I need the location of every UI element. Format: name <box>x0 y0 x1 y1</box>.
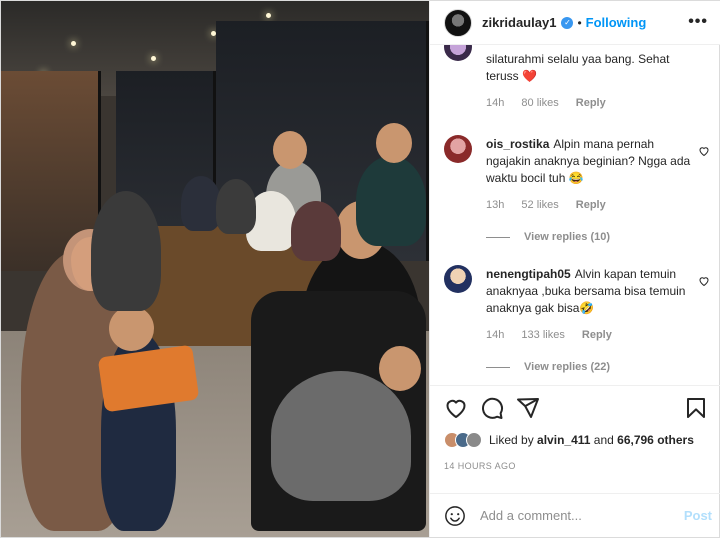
more-options-icon[interactable]: ••• <box>688 13 708 31</box>
post-timestamp[interactable]: 14 HOURS AGO <box>444 461 516 471</box>
comment-body: ois_rostika Alpin mana pernah ngajakin an… <box>486 136 696 187</box>
comment-likes[interactable]: 52 likes <box>521 199 558 211</box>
person-table-left <box>181 176 221 231</box>
post-comment-button[interactable]: Post <box>684 508 712 523</box>
bookmark-icon[interactable] <box>684 396 708 420</box>
person-black-hijab <box>91 191 161 311</box>
separator-dot: • <box>577 15 582 30</box>
comments-list[interactable]: silaturahmi selalu yaa bang. Sehat terus… <box>430 45 720 385</box>
liked-by-user[interactable]: alvin_411 <box>537 433 590 447</box>
liked-by-text: Liked by alvin_411 and 66,796 others <box>489 433 694 447</box>
share-icon[interactable] <box>516 396 540 420</box>
man-floral-shirt <box>356 156 426 246</box>
post-photo[interactable] <box>1 1 429 537</box>
instagram-post: zikridaulay1 ✓ • Following ••• silaturah… <box>0 0 720 538</box>
comment-likes[interactable]: 133 likes <box>521 329 564 341</box>
person-back-face <box>273 131 307 169</box>
liked-by-others[interactable]: 66,796 others <box>617 433 694 447</box>
comment-time: 14h <box>486 329 505 341</box>
likes-summary: Liked by alvin_411 and 66,796 others <box>444 431 694 449</box>
liker-avatar <box>466 432 482 448</box>
post-header: zikridaulay1 ✓ • Following ••• <box>430 1 720 45</box>
comment-meta: 14h 80 likes Reply <box>486 97 620 109</box>
comment-time: 13h <box>486 199 505 211</box>
comment-meta: 14h 133 likes Reply <box>486 329 626 341</box>
author-username[interactable]: zikridaulay1 <box>482 15 556 30</box>
heart-icon[interactable] <box>444 396 468 420</box>
view-replies-button[interactable]: View replies (10) <box>486 231 610 243</box>
commenter-avatar[interactable] <box>444 135 472 163</box>
commenter-avatar[interactable] <box>444 265 472 293</box>
liked-by-prefix: Liked by <box>489 433 534 447</box>
view-replies-label[interactable]: View replies (22) <box>524 361 610 373</box>
view-replies-button[interactable]: View replies (22) <box>486 361 610 373</box>
person-maroon-hijab <box>291 201 341 261</box>
view-replies-label[interactable]: View replies (10) <box>524 231 610 243</box>
replies-divider <box>486 236 510 238</box>
comment-time: 14h <box>486 97 505 109</box>
comment-icon[interactable] <box>480 396 504 420</box>
ceiling-light <box>151 56 156 61</box>
ceiling-light <box>71 41 76 46</box>
comment-like-heart-icon[interactable] <box>698 145 710 157</box>
child-face <box>109 306 154 351</box>
comment-body: nenengtipah05 Alvin kapan temuin anaknyaa… <box>486 266 696 317</box>
commenter-username[interactable]: nenengtipah05 <box>486 267 571 281</box>
comment-text: silaturahmi selalu yaa bang. Sehat terus… <box>486 52 670 83</box>
add-comment-bar: Post <box>430 493 720 537</box>
post-sidebar: zikridaulay1 ✓ • Following ••• silaturah… <box>429 1 720 537</box>
child-stroller-face <box>379 346 421 391</box>
comment-like-heart-icon[interactable] <box>698 275 710 287</box>
liked-by-and: and <box>593 433 614 447</box>
comment-likes[interactable]: 80 likes <box>521 97 558 109</box>
commenter-avatar[interactable] <box>444 45 472 61</box>
verified-badge-icon: ✓ <box>561 16 574 29</box>
man-hat-face <box>376 123 412 163</box>
commenter-username[interactable]: ois_rostika <box>486 137 549 151</box>
ceiling-light <box>266 13 271 18</box>
following-button[interactable]: Following <box>586 15 647 30</box>
person-cap <box>216 179 256 234</box>
author-avatar[interactable] <box>444 8 472 37</box>
reply-button[interactable]: Reply <box>582 329 612 341</box>
reply-button[interactable]: Reply <box>576 199 606 211</box>
post-actions <box>430 385 720 429</box>
reply-button[interactable]: Reply <box>576 97 606 109</box>
comment-input[interactable] <box>480 508 680 523</box>
emoji-icon[interactable] <box>444 505 466 527</box>
child-stroller <box>271 371 411 501</box>
comment-meta: 13h 52 likes Reply <box>486 199 620 211</box>
replies-divider <box>486 366 510 368</box>
